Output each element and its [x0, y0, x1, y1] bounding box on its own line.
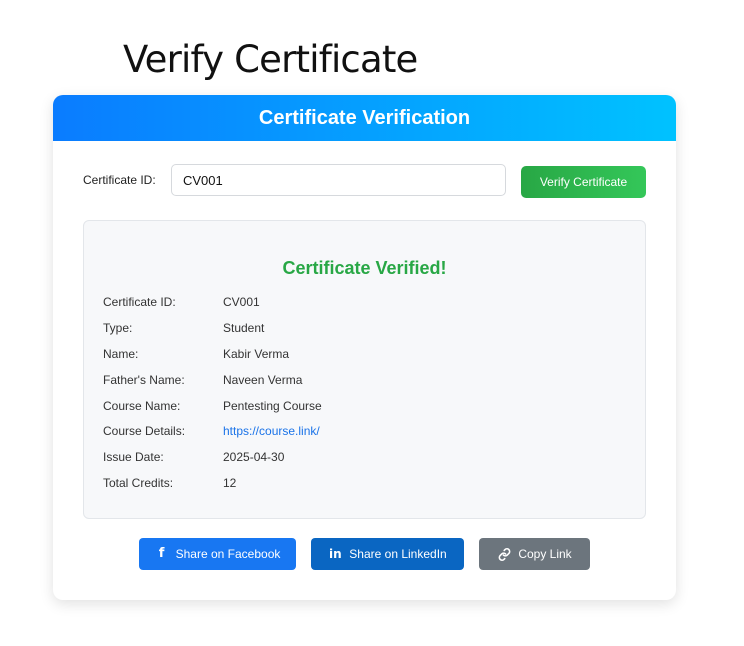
course-details-link[interactable]: https://course.link/ [223, 424, 320, 438]
share-linkedin-label: Share on LinkedIn [349, 547, 447, 561]
certificate-id-label: Certificate ID: [83, 173, 156, 187]
detail-value: Student [223, 320, 265, 335]
detail-row-course-name: Course Name: Pentesting Course [103, 397, 623, 423]
verification-result: Certificate Verified! Certificate ID: CV… [83, 220, 646, 519]
linkedin-icon: in [328, 547, 342, 561]
detail-value: 12 [223, 476, 237, 491]
page: Verify Certificate Certificate Verificat… [0, 0, 744, 646]
detail-label: Course Details: [103, 424, 186, 439]
copy-link-button[interactable]: Copy Link [479, 538, 590, 570]
verify-certificate-button[interactable]: Verify Certificate [521, 166, 646, 198]
verified-status: Certificate Verified! [282, 258, 447, 278]
verification-card: Certificate Verification Certificate ID:… [53, 95, 676, 600]
detail-value: Naveen Verma [223, 372, 303, 387]
page-title: Verify Certificate [123, 38, 418, 81]
detail-row-course-details: Course Details: https://course.link/ [103, 422, 623, 448]
detail-value: 2025-04-30 [223, 450, 285, 465]
detail-row-type: Type: Student [103, 319, 623, 345]
share-facebook-button[interactable]: f Share on Facebook [139, 538, 296, 570]
certificate-id-input[interactable] [171, 164, 506, 196]
detail-label: Name: [103, 346, 139, 361]
detail-value: Kabir Verma [223, 346, 290, 361]
detail-row-issue-date: Issue Date: 2025-04-30 [103, 448, 623, 474]
detail-row-fathers-name: Father's Name: Naveen Verma [103, 371, 623, 397]
detail-row-total-credits: Total Credits: 12 [103, 474, 623, 500]
facebook-icon: f [158, 546, 165, 561]
detail-label: Certificate ID: [103, 295, 176, 309]
verify-form: Certificate ID: Verify Certificate [83, 164, 646, 198]
detail-row-certificate-id: Certificate ID: CV001 [103, 293, 623, 319]
card-header: Certificate Verification [53, 95, 676, 141]
detail-value: Pentesting Course [223, 398, 322, 413]
share-linkedin-button[interactable]: in Share on LinkedIn [311, 538, 464, 570]
detail-row-name: Name: Kabir Verma [103, 345, 623, 371]
certificate-details: Certificate ID: CV001 Type: Student Name… [103, 293, 623, 500]
detail-value: CV001 [223, 295, 260, 309]
share-facebook-label: Share on Facebook [175, 547, 281, 561]
detail-label: Father's Name: [103, 372, 185, 387]
detail-label: Issue Date: [103, 450, 164, 465]
link-icon [497, 547, 511, 561]
detail-label: Total Credits: [103, 476, 174, 491]
detail-label: Course Name: [103, 398, 181, 413]
detail-label: Type: [103, 320, 133, 335]
copy-link-label: Copy Link [518, 547, 572, 561]
